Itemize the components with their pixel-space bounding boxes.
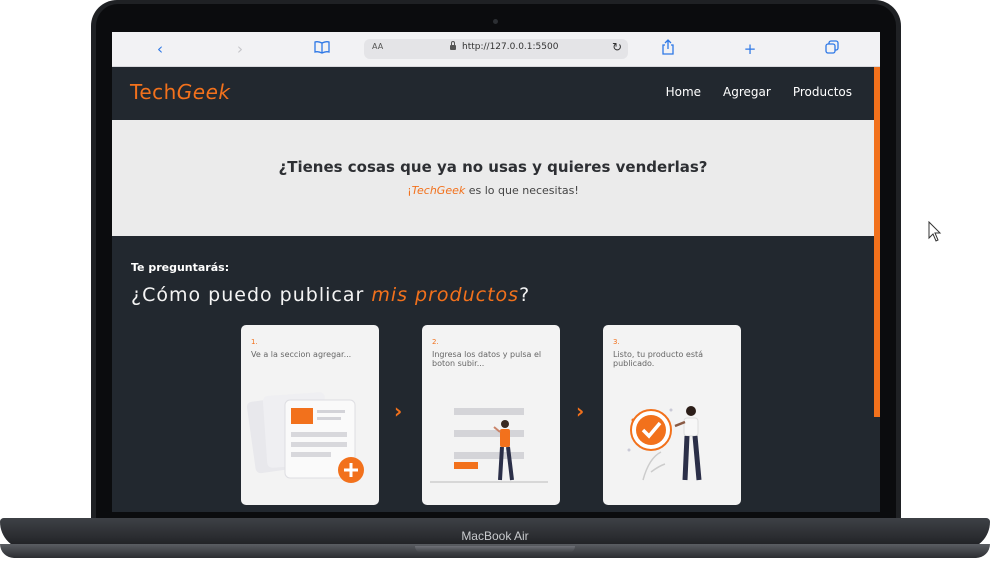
share-icon[interactable] — [658, 39, 678, 59]
hero-title: ¿Tienes cosas que ya no usas y quieres v… — [278, 158, 708, 176]
step-card-2: 2. Ingresa los datos y pulsa el boton su… — [422, 325, 560, 505]
forward-icon[interactable]: › — [230, 39, 250, 59]
address-bar[interactable]: AA http://127.0.0.1:5500 ↻ — [364, 39, 628, 59]
nav-link-productos[interactable]: Productos — [793, 85, 852, 99]
step-text: Listo, tu producto está publicado. — [613, 350, 704, 368]
published-checkmark-illustration — [627, 406, 702, 481]
page-scrollbar[interactable] — [874, 67, 880, 417]
text-size-button[interactable]: AA — [372, 42, 383, 51]
section-heading: ¿Cómo puedo publicar mis productos? — [131, 284, 531, 306]
camera-icon — [493, 19, 498, 24]
device-model-label: MacBook Air — [461, 529, 529, 543]
mouse-cursor-icon — [928, 220, 942, 248]
book-icon[interactable] — [312, 39, 332, 59]
hero-subtitle: ¡TechGeek es lo que necesitas! — [407, 184, 579, 197]
step-text: Ve a la seccion agregar... — [251, 350, 352, 359]
browser-window: ‹ › AA http://127.0.0.1:5500 ↻ + TechGee… — [112, 32, 880, 512]
back-icon[interactable]: ‹ — [150, 39, 170, 59]
tabs-icon[interactable] — [822, 39, 842, 59]
how-to-section: Te preguntarás: ¿Cómo puedo publicar mis… — [112, 236, 874, 512]
url-text[interactable]: http://127.0.0.1:5500 — [462, 42, 558, 52]
step-number: 2. — [432, 338, 439, 346]
section-kicker: Te preguntarás: — [131, 261, 230, 274]
hero-banner: ¿Tienes cosas que ya no usas y quieres v… — [112, 120, 874, 236]
form-upload-illustration — [430, 408, 548, 483]
step-card-3: 3. Listo, tu producto está publicado. — [603, 325, 741, 505]
new-tab-icon[interactable]: + — [740, 39, 760, 59]
reload-icon[interactable]: ↻ — [612, 40, 622, 54]
step-arrow-1: › — [394, 399, 403, 423]
documents-illustration — [246, 392, 364, 483]
browser-toolbar: ‹ › AA http://127.0.0.1:5500 ↻ + — [112, 32, 880, 67]
step-text: Ingresa los datos y pulsa el boton subir… — [432, 350, 542, 368]
step-number: 1. — [251, 338, 258, 346]
site-logo[interactable]: TechGeek — [130, 80, 231, 104]
nav-link-home[interactable]: Home — [666, 85, 701, 99]
nav-link-agregar[interactable]: Agregar — [723, 85, 771, 99]
step-card-1: 1. Ve a la seccion agregar... — [241, 325, 379, 505]
laptop-notch — [415, 546, 575, 553]
step-arrow-2: › — [576, 399, 585, 423]
site-navbar: TechGeek Home Agregar Productos — [112, 67, 880, 120]
step-number: 3. — [613, 338, 620, 346]
lock-icon — [450, 41, 456, 50]
